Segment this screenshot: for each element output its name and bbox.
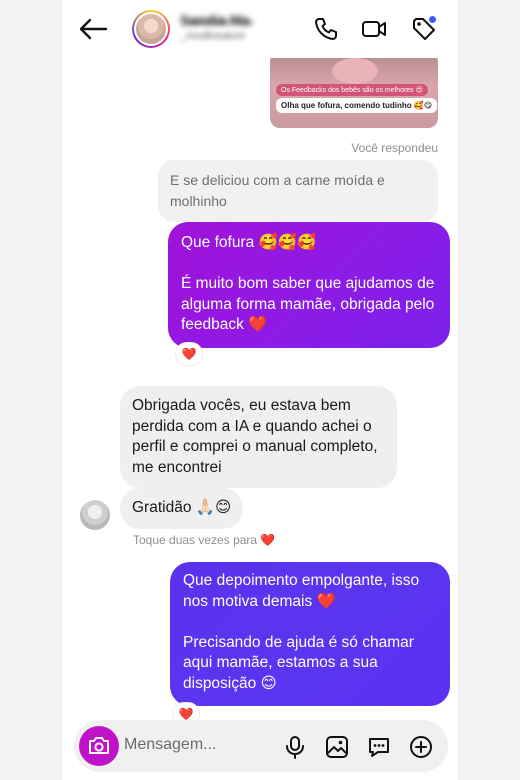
message-composer: Mensagem... [74,720,448,772]
contact-name[interactable]: S̶a̶n̶d̶i̶a̶ M̶a̶ [180,12,249,28]
story-text: Olha que fofura, comendo tudinho 🥰😋 [276,98,438,113]
chat-header: S̶a̶n̶d̶i̶a̶ M̶a̶ _modlosaluni [62,0,458,58]
phone-call-icon[interactable] [312,15,340,43]
heart-reaction-icon[interactable]: ❤️ [175,342,203,366]
contact-handle: _modlosaluni [180,30,245,42]
video-call-icon[interactable] [360,15,388,43]
outgoing-message[interactable]: Que depoimento empolgante, isso nos moti… [170,562,450,706]
quoted-message[interactable]: E se deliciou com a carne moída e molhin… [158,160,438,222]
microphone-icon[interactable] [282,734,308,760]
replied-label: Você respondeu [351,141,438,155]
camera-button[interactable] [79,726,119,766]
incoming-message[interactable]: Obrigada vocês, eu estava bem perdida co… [120,386,397,488]
contact-avatar[interactable] [132,10,170,48]
double-tap-hint: Toque duas vezes para ❤️ [133,533,276,547]
gallery-icon[interactable] [324,734,350,760]
notification-dot [429,16,436,23]
add-icon[interactable] [408,734,434,760]
sender-avatar[interactable] [80,500,110,530]
incoming-message[interactable]: Gratidão 🙏🏻😊 [120,488,244,529]
sticker-chat-icon[interactable] [366,734,392,760]
story-caption: Os Feedbacks dos bebês são os melhores 😍 [276,84,428,96]
chat-screen: S̶a̶n̶d̶i̶a̶ M̶a̶ _modlosaluni Os Feedba… [62,0,458,780]
camera-icon [89,737,109,754]
back-arrow-icon[interactable] [78,17,108,41]
outgoing-message[interactable]: Que fofura 🥰🥰🥰 É muito bom saber que aju… [168,222,450,348]
message-input[interactable]: Mensagem... [124,736,216,754]
story-reply-card[interactable]: Os Feedbacks dos bebês são os melhores 😍… [270,52,438,128]
story-image [332,58,378,84]
